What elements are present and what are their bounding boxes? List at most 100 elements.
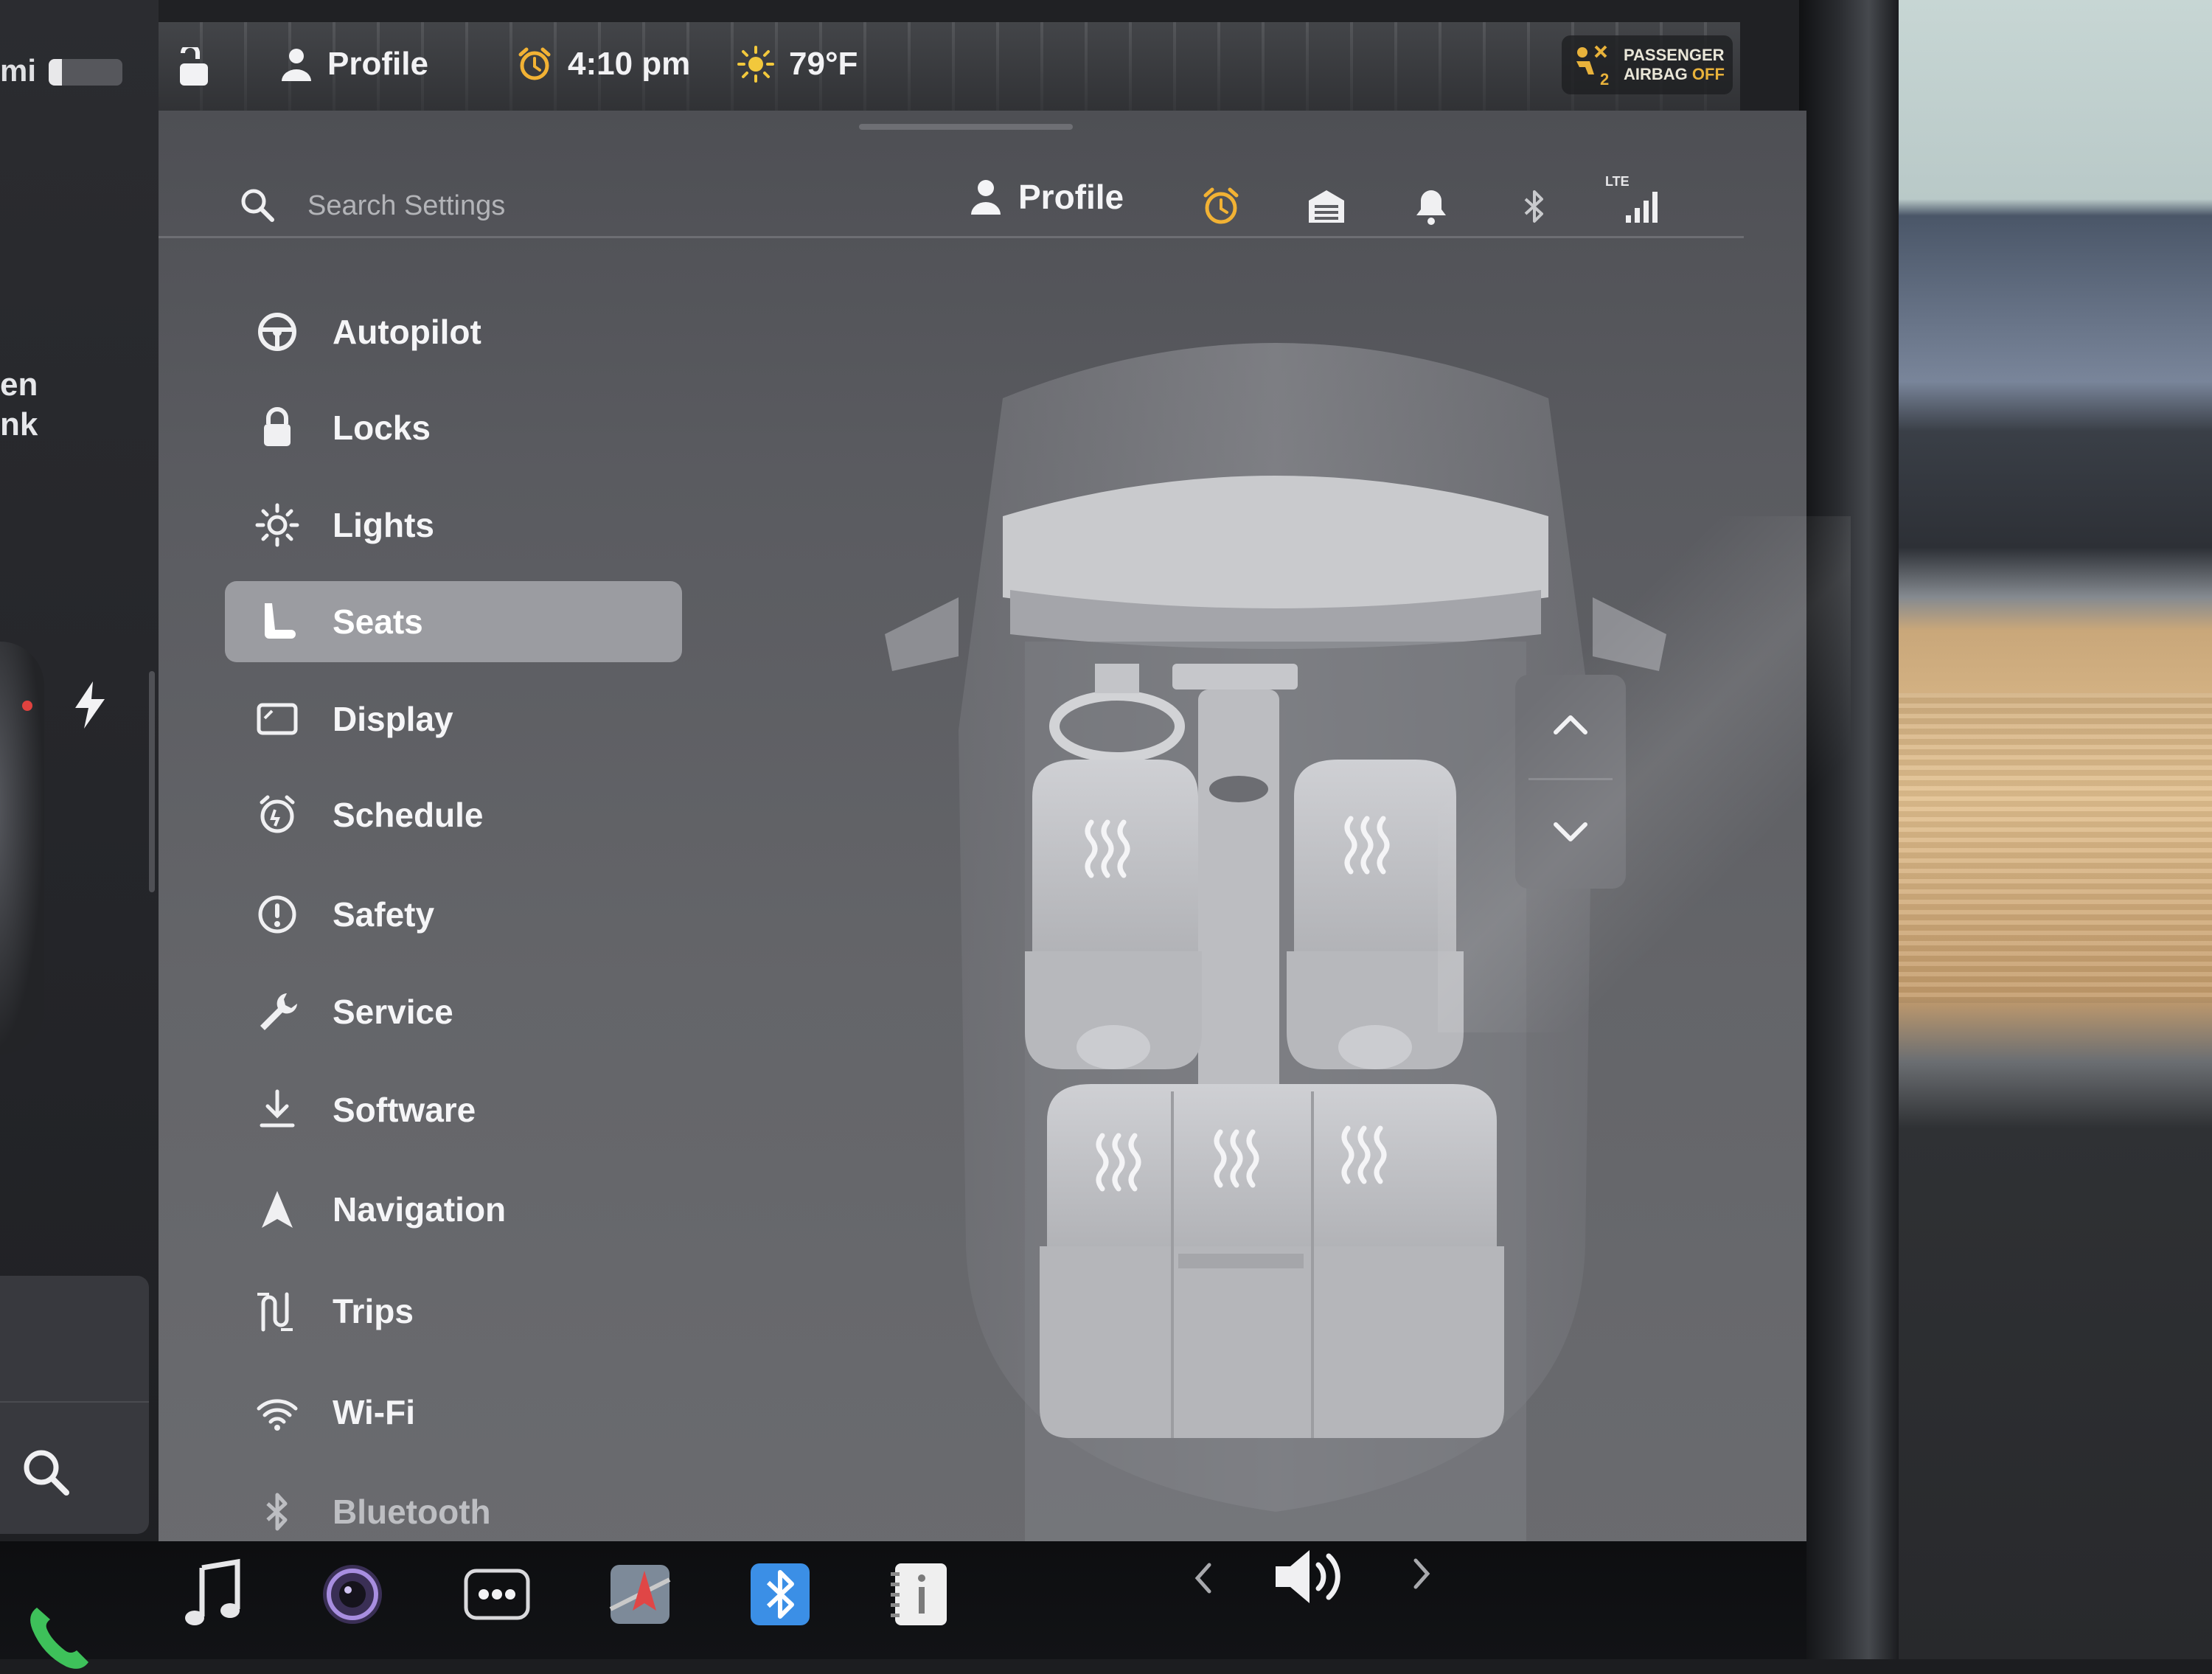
bluetooth-icon [266, 1493, 288, 1531]
clock-time: 4:10 pm [568, 46, 691, 82]
menu-label: Navigation [333, 1190, 507, 1229]
airbag-line-2: AIRBAG OFF [1624, 65, 1725, 84]
status-profile[interactable]: Profile [280, 46, 428, 83]
passenger-airbag-status: 2 PASSENGER AIRBAG OFF [1562, 35, 1733, 94]
menu-item-locks[interactable]: Locks [225, 387, 682, 468]
menu-label: Display [333, 700, 453, 738]
range-unit: mi [0, 53, 37, 88]
airbag-state: OFF [1691, 65, 1725, 83]
garage-icon[interactable] [1306, 186, 1347, 227]
menu-label: Schedule [333, 796, 484, 834]
chevron-right-icon[interactable] [1407, 1552, 1436, 1596]
menu-item-navigation[interactable]: Navigation [225, 1169, 682, 1250]
search-icon[interactable] [238, 186, 276, 224]
menu-item-seats[interactable]: Seats [225, 581, 682, 662]
menu-label: Service [333, 993, 453, 1031]
charge-port-indicator [22, 701, 32, 711]
bell-icon[interactable] [1411, 186, 1452, 227]
panel-drag-handle[interactable] [859, 124, 1073, 130]
search-settings-input[interactable] [306, 183, 825, 229]
profile-button[interactable]: Profile [970, 177, 1124, 217]
lock-icon [264, 407, 291, 446]
person-icon [971, 180, 1001, 215]
screen-bezel [1799, 0, 1899, 1659]
download-icon [260, 1089, 295, 1128]
menu-label: Autopilot [333, 313, 481, 351]
menu-item-bluetooth[interactable]: Bluetooth [225, 1471, 682, 1552]
wifi-icon [257, 1399, 298, 1431]
outside-temperature: 79°F [789, 46, 858, 82]
menu-item-service[interactable]: Service [225, 971, 682, 1052]
menu-label: Seats [333, 602, 423, 641]
menu-label: Safety [333, 895, 435, 934]
car-seat-diagram [885, 343, 1666, 1541]
svg-text:2: 2 [1600, 70, 1609, 88]
car-pane-scrollbar[interactable] [149, 671, 155, 892]
settings-panel: Profile LTE [159, 111, 1806, 1563]
alarm-clock-icon [518, 47, 551, 80]
charging-bolt-icon[interactable] [71, 680, 109, 730]
chevron-down-icon[interactable] [1550, 819, 1591, 845]
dashboard [1003, 476, 1548, 616]
steering-wheel-icon [258, 313, 296, 351]
trips-icon [257, 1292, 293, 1332]
person-icon [282, 49, 311, 81]
volume-icon[interactable] [1268, 1540, 1349, 1614]
menu-label: Lights [333, 506, 434, 544]
menu-label: Trips [333, 1292, 414, 1330]
chevron-up-icon[interactable] [1550, 712, 1591, 738]
phone-icon[interactable] [22, 1600, 96, 1674]
car-status-pane: mi en nk [0, 0, 159, 1563]
bluetooth-icon[interactable] [1514, 186, 1555, 227]
chevron-left-icon[interactable] [1189, 1556, 1218, 1600]
display-icon [257, 703, 298, 735]
unlock-icon[interactable] [175, 47, 214, 88]
right-mirror [1593, 597, 1666, 671]
menu-item-display[interactable]: Display [225, 678, 682, 760]
alarm-clock-icon[interactable] [1200, 186, 1242, 227]
sun-icon [737, 46, 774, 83]
menu-item-software[interactable]: Software [225, 1069, 682, 1150]
airbag-line-1: PASSENGER [1624, 46, 1725, 64]
card-divider [0, 1401, 149, 1403]
open-trunk-button[interactable]: en nk [0, 365, 38, 445]
clock-icon [260, 795, 295, 833]
seat-icon [265, 603, 296, 639]
camera-icon[interactable] [316, 1557, 389, 1631]
bluetooth-app-icon[interactable] [743, 1557, 817, 1631]
menu-label: Wi-Fi [333, 1393, 415, 1431]
wood-trim [1873, 693, 2212, 1003]
menu-item-wifi[interactable]: Wi-Fi [225, 1372, 682, 1453]
profile-label: Profile [1018, 178, 1124, 216]
seat-scroll-control [1515, 675, 1626, 889]
airbag-text: PASSENGER AIRBAG OFF [1624, 46, 1725, 84]
trunk-line-2: nk [0, 406, 38, 442]
rear-bench [1040, 1084, 1504, 1438]
settings-top-bar: Profile LTE [159, 140, 1744, 238]
exclamation-icon [258, 895, 296, 934]
cellular-signal-icon[interactable] [1604, 177, 1666, 226]
music-note-icon[interactable] [175, 1557, 249, 1631]
airbag-word: AIRBAG [1624, 65, 1688, 83]
more-apps-icon[interactable] [460, 1557, 534, 1631]
navigation-map-icon[interactable] [603, 1557, 677, 1631]
menu-item-safety[interactable]: Safety [225, 874, 682, 955]
status-profile-label: Profile [327, 46, 428, 82]
navigation-arrow-icon [262, 1191, 293, 1228]
sun-icon [255, 503, 299, 547]
battery-level-bar [49, 59, 122, 86]
left-mirror [885, 597, 959, 671]
menu-label: Bluetooth [333, 1493, 491, 1531]
menu-label: Locks [333, 409, 431, 447]
menu-item-lights[interactable]: Lights [225, 485, 682, 566]
airbag-off-icon: 2 [1576, 45, 1609, 88]
wrench-icon [260, 993, 297, 1030]
scroll-divider [1528, 778, 1613, 780]
menu-label: Software [333, 1091, 476, 1129]
menu-item-trips[interactable]: Trips [225, 1271, 682, 1352]
menu-item-schedule[interactable]: Schedule [225, 774, 682, 855]
search-icon[interactable] [19, 1445, 72, 1498]
menu-item-autopilot[interactable]: Autopilot [225, 291, 682, 372]
owners-manual-icon[interactable] [883, 1557, 957, 1631]
trunk-line-1: en [0, 367, 38, 403]
